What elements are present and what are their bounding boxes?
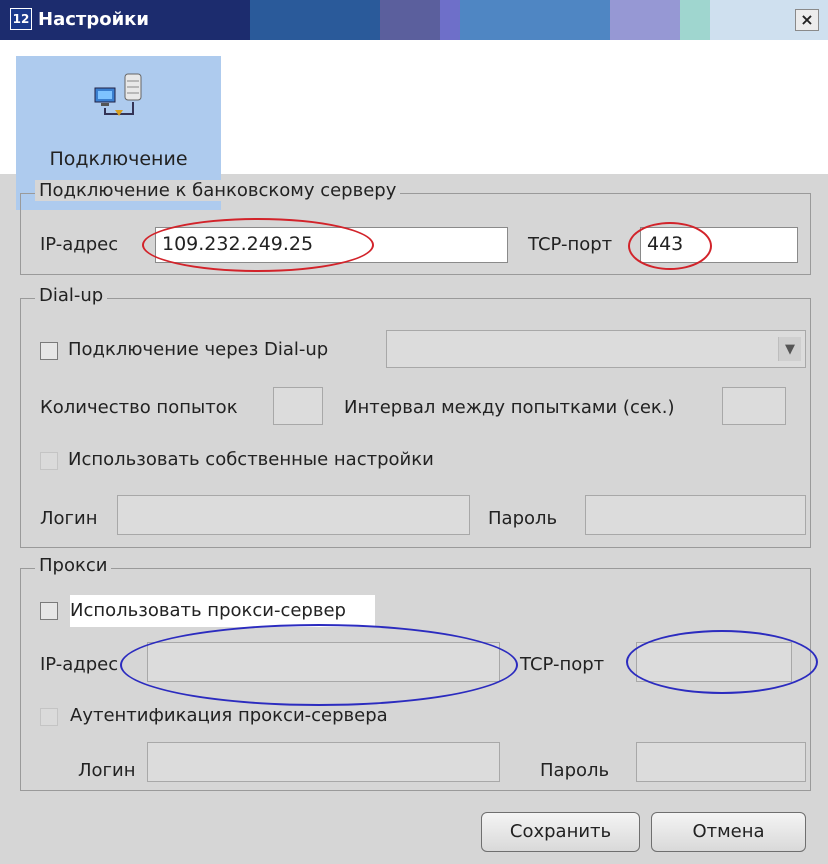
proxy-legend: Прокси bbox=[35, 555, 112, 576]
attempts-input[interactable] bbox=[273, 387, 323, 425]
own-settings-checkbox[interactable] bbox=[40, 452, 58, 470]
dialup-login-label: Логин bbox=[40, 508, 98, 529]
proxy-password-label: Пароль bbox=[540, 760, 610, 781]
tab-connection-label: Подключение bbox=[49, 148, 188, 170]
window-title: Настройки bbox=[38, 9, 150, 30]
use-proxy-checkbox[interactable] bbox=[40, 602, 58, 620]
settings-window: 12 Настройки × Подключение Подключение к… bbox=[0, 0, 828, 864]
close-icon: × bbox=[800, 10, 814, 29]
bank-port-label: TCP-порт bbox=[528, 234, 613, 255]
proxy-ip-input[interactable] bbox=[147, 642, 500, 682]
proxy-auth-label: Аутентификация прокси-сервера bbox=[70, 705, 388, 726]
use-dialup-checkbox[interactable] bbox=[40, 342, 58, 360]
attempts-label: Количество попыток bbox=[40, 397, 238, 418]
chevron-down-icon[interactable]: ▼ bbox=[778, 337, 801, 361]
toolbar: Подключение bbox=[0, 40, 828, 210]
network-connection-icon bbox=[94, 73, 142, 116]
proxy-login-input[interactable] bbox=[147, 742, 500, 782]
dialup-connection-select[interactable]: ▼ bbox=[386, 330, 806, 368]
app-icon: 12 bbox=[10, 8, 32, 30]
proxy-password-input[interactable] bbox=[636, 742, 806, 782]
bank-ip-input[interactable]: 109.232.249.25 bbox=[155, 227, 508, 263]
bank-port-input[interactable]: 443 bbox=[640, 227, 798, 263]
dialup-login-input[interactable] bbox=[117, 495, 470, 535]
proxy-ip-label: IP-адрес bbox=[40, 654, 119, 675]
dialup-password-input[interactable] bbox=[585, 495, 806, 535]
proxy-login-label: Логин bbox=[78, 760, 136, 781]
use-dialup-label: Подключение через Dial-up bbox=[68, 339, 329, 360]
proxy-port-input[interactable] bbox=[636, 642, 792, 682]
use-proxy-label: Использовать прокси-сервер bbox=[70, 600, 346, 621]
dialup-legend: Dial-up bbox=[35, 285, 108, 306]
proxy-port-label: TCP-порт bbox=[520, 654, 605, 675]
dialup-password-label: Пароль bbox=[488, 508, 558, 529]
proxy-auth-checkbox[interactable] bbox=[40, 708, 58, 726]
bank-server-legend: Подключение к банковскому серверу bbox=[35, 180, 401, 201]
interval-input[interactable] bbox=[722, 387, 786, 425]
bank-ip-label: IP-адрес bbox=[40, 234, 119, 255]
save-button[interactable]: Сохранить bbox=[481, 812, 640, 852]
own-settings-label: Использовать собственные настройки bbox=[68, 449, 434, 470]
cancel-button[interactable]: Отмена bbox=[651, 812, 806, 852]
interval-label: Интервал между попытками (сек.) bbox=[344, 397, 675, 418]
close-button[interactable]: × bbox=[795, 9, 819, 31]
